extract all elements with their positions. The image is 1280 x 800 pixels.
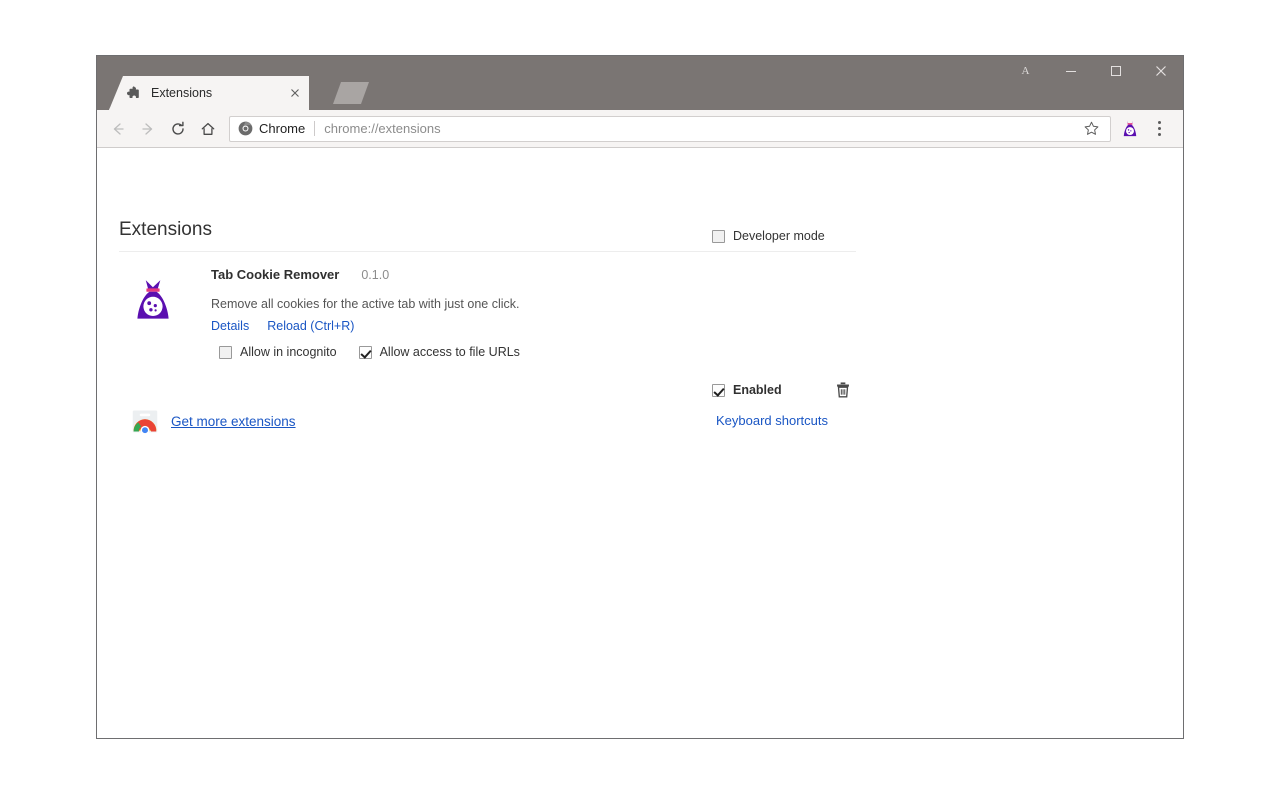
enabled-checkbox[interactable]: [712, 383, 725, 397]
keyboard-shortcuts-link[interactable]: Keyboard shortcuts: [716, 413, 828, 428]
developer-mode-toggle[interactable]: Developer mode: [712, 229, 825, 243]
enabled-label: Enabled: [733, 383, 782, 397]
section-divider: [119, 251, 856, 252]
allow-file-urls-toggle[interactable]: Allow access to file URLs: [358, 345, 520, 359]
home-button[interactable]: [193, 114, 223, 144]
extension-name: Tab Cookie Remover: [211, 267, 340, 282]
menu-dot: [1157, 133, 1161, 136]
extension-links: Details Reload (Ctrl+R): [211, 319, 661, 333]
developer-mode-label: Developer mode: [733, 229, 825, 243]
extension-controls: Enabled: [712, 379, 854, 401]
trash-icon[interactable]: [832, 379, 854, 401]
browser-window: A Extensions Chrome chrome://extensions …: [96, 55, 1184, 739]
extensions-footer: Get more extensions Keyboard shortcuts: [119, 407, 856, 439]
menu-dot: [1157, 127, 1161, 130]
tab-extensions[interactable]: Extensions: [109, 76, 309, 110]
reload-button[interactable]: [163, 114, 193, 144]
chrome-web-store-icon: [131, 407, 159, 435]
developer-mode-checkbox[interactable]: [712, 229, 725, 243]
extension-description: Remove all cookies for the active tab wi…: [211, 297, 520, 311]
forward-button[interactable]: [133, 114, 163, 144]
details-link[interactable]: Details: [211, 319, 249, 333]
allow-file-urls-label: Allow access to file URLs: [379, 345, 520, 359]
title-bar: A Extensions: [97, 56, 1183, 110]
extension-details: Tab Cookie Remover 0.1.0 Remove all cook…: [211, 267, 661, 359]
page-title: Extensions: [119, 219, 212, 240]
tab-close-icon[interactable]: [287, 85, 303, 101]
star-icon[interactable]: [1078, 116, 1104, 142]
address-bar[interactable]: Chrome chrome://extensions: [229, 115, 1111, 142]
cookie-bag-icon: [129, 277, 177, 325]
allow-in-incognito-toggle[interactable]: Allow in incognito: [219, 345, 337, 359]
menu-dot: [1157, 121, 1161, 124]
extension-name-row: Tab Cookie Remover 0.1.0: [211, 267, 661, 291]
get-more-extensions-link[interactable]: Get more extensions: [171, 414, 296, 429]
extensions-page: Extensions Developer mode Tab Cookie Rem…: [97, 149, 1183, 738]
webstore-link-group[interactable]: Get more extensions: [131, 407, 296, 435]
tab-title: Extensions: [151, 86, 213, 100]
toolbar-extension-cookie-bag-icon[interactable]: [1115, 114, 1145, 144]
omnibox-scheme-chip: Chrome: [259, 121, 306, 136]
enabled-toggle[interactable]: Enabled: [712, 383, 782, 397]
browser-toolbar: Chrome chrome://extensions: [97, 110, 1183, 148]
omnibox-divider: [314, 121, 316, 136]
chrome-menu-button[interactable]: [1145, 114, 1173, 144]
omnibox-url-text[interactable]: chrome://extensions: [324, 121, 1078, 136]
back-button[interactable]: [103, 114, 133, 144]
allow-in-incognito-label: Allow in incognito: [240, 345, 337, 359]
extension-permissions: Allow in incognito Allow access to file …: [211, 345, 661, 359]
tab-strip: Extensions: [97, 76, 1183, 110]
new-tab-button[interactable]: [333, 82, 369, 104]
extension-version: 0.1.0: [361, 268, 390, 282]
allow-file-urls-checkbox[interactable]: [358, 345, 372, 359]
chrome-logo-icon: [238, 121, 253, 136]
allow-in-incognito-checkbox[interactable]: [219, 345, 232, 359]
reload-link[interactable]: Reload (Ctrl+R): [267, 319, 354, 333]
puzzle-piece-icon: [125, 85, 141, 101]
